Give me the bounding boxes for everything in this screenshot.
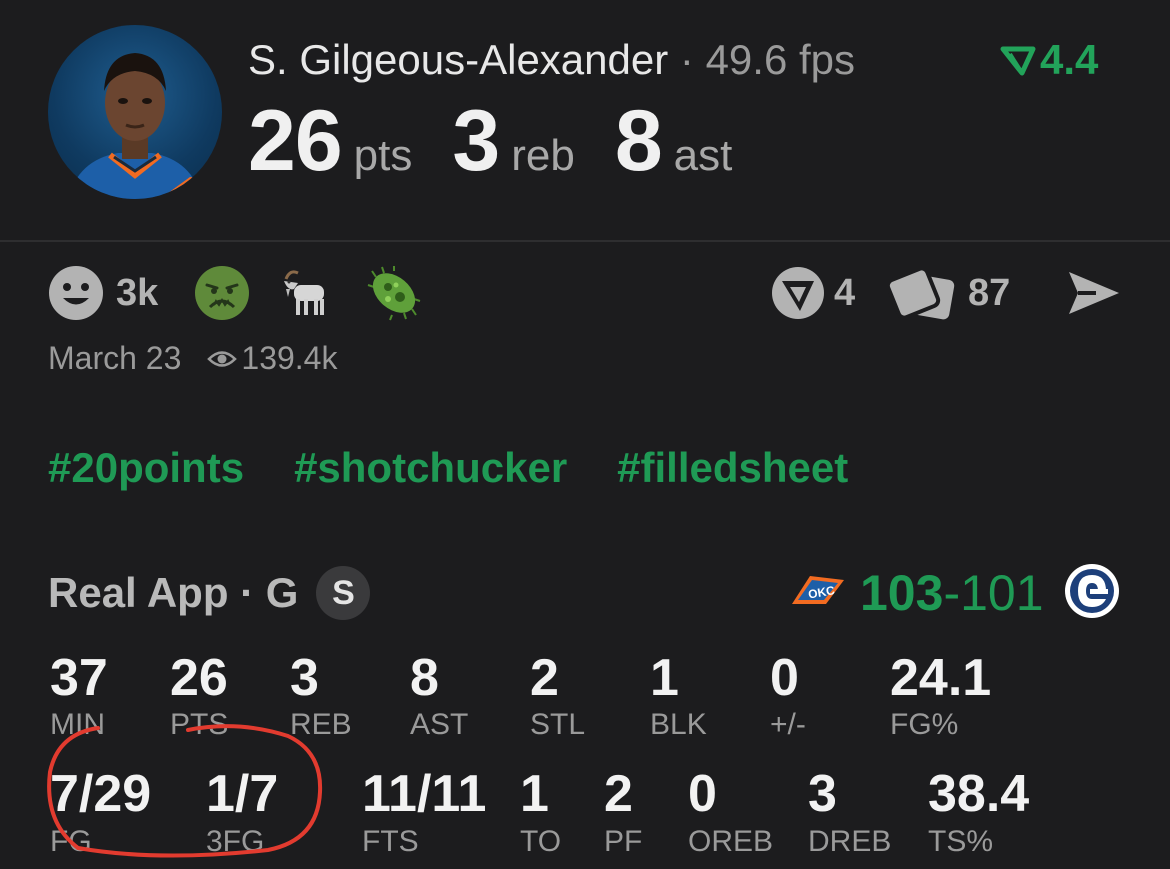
stat-stl-value: 2 — [530, 649, 559, 707]
microbe-reaction-button[interactable] — [366, 265, 422, 321]
stat-oreb-value: 0 — [688, 765, 717, 823]
headline-rebounds-unit: reb — [511, 131, 575, 180]
stat-fg-pct-value: 24.1 — [890, 649, 992, 707]
share-button[interactable] — [1066, 265, 1122, 321]
goat-reaction-button[interactable] — [280, 265, 336, 321]
score-home: 103 — [860, 565, 944, 621]
headline-stats: 26 pts 3 reb 8 ast — [248, 92, 772, 191]
smile-reaction-count: 3k — [116, 271, 159, 314]
cards-action-button[interactable]: 87 — [888, 265, 1010, 321]
stat-stl-label: STL — [530, 708, 586, 741]
game-source-text: Real App · G — [48, 569, 299, 616]
stat-ts-pct-value: 38.4 — [928, 765, 1030, 823]
post-meta: March 23 139.4k — [48, 340, 337, 377]
shot-action-button[interactable]: 4 — [770, 265, 855, 321]
microbe-icon — [367, 266, 421, 321]
headline-assists-value: 8 — [614, 93, 663, 189]
view-count: 139.4k — [241, 340, 338, 376]
post-date: March 23 — [48, 340, 182, 376]
score-away: 101 — [960, 565, 1044, 621]
hashtag-list: #20points #shotchucker #filledsheet — [48, 444, 848, 492]
player-avatar[interactable] — [48, 25, 222, 199]
stat-oreb-label: OREB — [688, 825, 774, 858]
stat-pf-label: PF — [604, 825, 643, 858]
smile-icon — [49, 266, 103, 320]
rating-arrow-icon — [1000, 46, 1036, 76]
rating-value: 4.4 — [1040, 36, 1099, 83]
name-separator: · — [668, 36, 706, 83]
fps-value: 49.6 fps — [705, 36, 856, 83]
smile-reaction-button[interactable]: 3k — [48, 265, 194, 321]
stat-reb-value: 3 — [290, 649, 319, 707]
hashtag-filledsheet[interactable]: #filledsheet — [617, 444, 848, 492]
stat-ast-label: AST — [410, 708, 469, 741]
stat-pts-value: 26 — [170, 649, 228, 707]
header-divider — [0, 240, 1170, 242]
okc-logo-icon: OKC — [792, 576, 844, 604]
stat-dreb-value: 3 — [808, 765, 837, 823]
sick-face-reaction-button[interactable] — [194, 265, 250, 321]
stat-fts-label: FTS — [362, 825, 419, 858]
stat-fg-pct-label: FG% — [890, 708, 959, 741]
stat-plus-minus-label: +/- — [770, 708, 806, 741]
reactions-row: 3k — [48, 265, 452, 321]
send-icon — [1069, 272, 1119, 314]
score-separator: - — [943, 565, 961, 621]
headline-assists-unit: ast — [673, 131, 733, 180]
shot-icon — [772, 267, 824, 319]
player-name-line: S. Gilgeous-Alexander · 49.6 fps — [248, 36, 855, 84]
goat-icon — [284, 270, 325, 315]
stat-min-value: 37 — [50, 649, 108, 707]
stat-blk-label: BLK — [650, 708, 707, 741]
player-name[interactable]: S. Gilgeous-Alexander — [248, 36, 668, 83]
stat-ts-pct-label: TS% — [928, 825, 994, 858]
s-badge: S — [316, 566, 371, 620]
hashtag-20points[interactable]: #20points — [48, 444, 244, 492]
red-circle-annotation — [47, 724, 323, 858]
stat-plus-minus-value: 0 — [770, 649, 799, 707]
game-source-label: Real App · G S — [48, 566, 371, 620]
cards-icon — [888, 266, 955, 320]
hashtag-shotchucker[interactable]: #shotchucker — [294, 444, 567, 492]
stat-blk-value: 1 — [650, 649, 679, 707]
headline-rebounds-value: 3 — [452, 93, 500, 189]
eye-icon — [207, 350, 238, 367]
shot-count: 4 — [834, 271, 856, 314]
game-score[interactable]: 103-101 — [860, 564, 1044, 622]
stat-to-value: 1 — [520, 765, 549, 823]
stat-dreb-label: DREB — [808, 825, 892, 858]
sick-face-icon — [195, 266, 250, 320]
opponent-logo-icon — [1065, 564, 1119, 618]
headline-points-unit: pts — [353, 131, 413, 180]
headline-points-value: 26 — [248, 93, 343, 189]
stat-pf-value: 2 — [604, 765, 633, 823]
stat-fts-value: 11/11 — [362, 765, 487, 823]
player-photo — [68, 53, 220, 199]
stat-ast-value: 8 — [410, 649, 439, 707]
cards-count: 87 — [968, 271, 1011, 314]
rating-badge[interactable]: 4.4 — [1000, 36, 1098, 84]
stat-to-label: TO — [520, 825, 562, 858]
